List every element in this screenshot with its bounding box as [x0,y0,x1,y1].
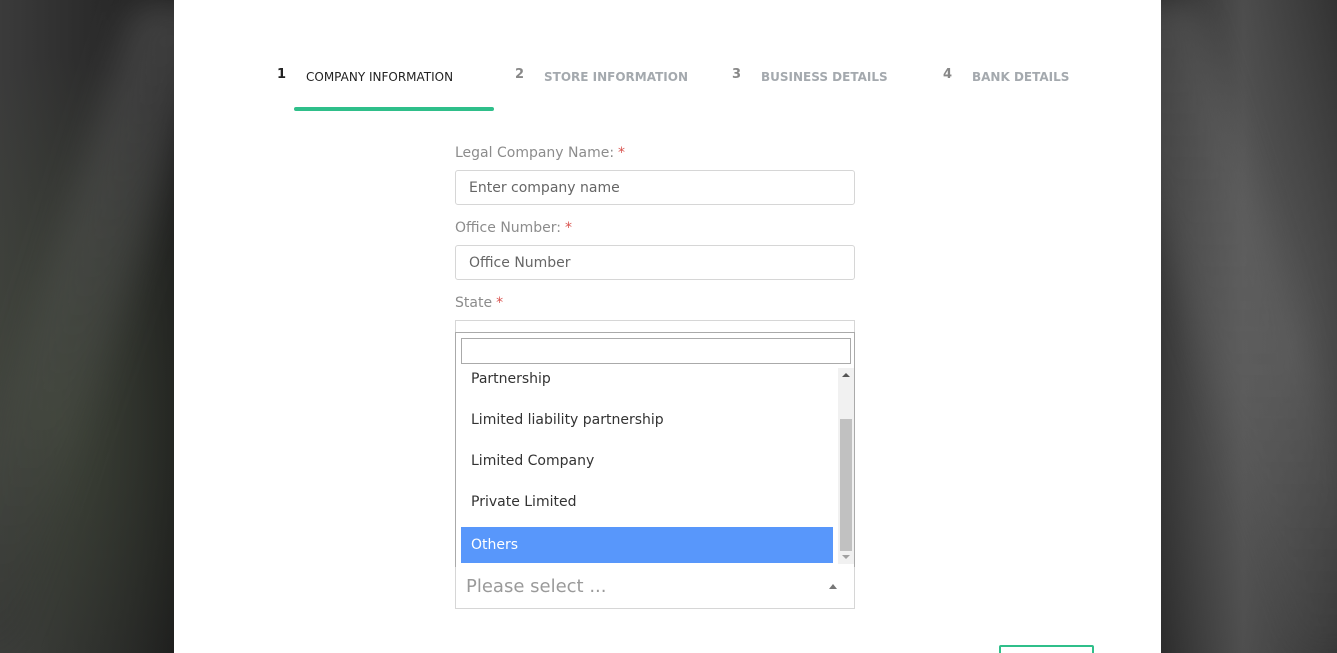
step-store-information[interactable]: 2 STORE INFORMATION [515,64,688,112]
office-number-label: Office Number: * [455,220,573,236]
required-marker: * [565,220,573,236]
option-partnership[interactable]: Partnership [461,368,833,397]
wizard-steps: 1 COMPANY INFORMATION 2 STORE INFORMATIO… [174,64,1161,114]
step-label: BANK DETAILS [972,70,1070,84]
step-business-details[interactable]: 3 BUSINESS DETAILS [732,64,902,112]
select-dropdown: Partnership Limited liability partnershi… [455,332,855,567]
option-private-limited[interactable]: Private Limited [461,484,833,520]
scrollbar-thumb[interactable] [840,419,852,551]
required-marker: * [496,295,504,311]
step-label: COMPANY INFORMATION [306,70,454,84]
step-bank-details[interactable]: 4 BANK DETAILS [943,64,1093,112]
option-others[interactable]: Others [461,527,833,563]
step-number: 3 [732,67,742,82]
caret-up-icon [829,584,837,589]
state-label: State * [455,295,504,311]
step-number: 4 [943,67,953,82]
office-number-input[interactable] [455,245,855,280]
dropdown-search-input[interactable] [461,338,851,364]
registration-panel: 1 COMPANY INFORMATION 2 STORE INFORMATIO… [174,0,1161,653]
scroll-up-icon[interactable] [842,373,850,377]
step-label: BUSINESS DETAILS [761,70,888,84]
step-number: 1 [277,67,287,82]
step-label: STORE INFORMATION [544,70,688,84]
step-company-information[interactable]: 1 COMPANY INFORMATION [277,64,497,112]
option-limited-company[interactable]: Limited Company [461,443,833,479]
select-placeholder: Please select ... [466,576,607,597]
active-step-indicator [294,107,494,111]
step-number: 2 [515,67,525,82]
dropdown-scrollbar[interactable] [838,368,854,564]
option-limited-liability-partnership[interactable]: Limited liability partnership [461,402,833,438]
scroll-down-icon[interactable] [842,555,850,559]
type-select[interactable]: Please select ... [455,567,855,609]
next-button[interactable] [999,645,1094,653]
required-marker: * [618,145,626,161]
company-name-input[interactable] [455,170,855,205]
dropdown-options-list: Partnership Limited liability partnershi… [461,368,833,563]
company-name-label: Legal Company Name: * [455,145,626,161]
